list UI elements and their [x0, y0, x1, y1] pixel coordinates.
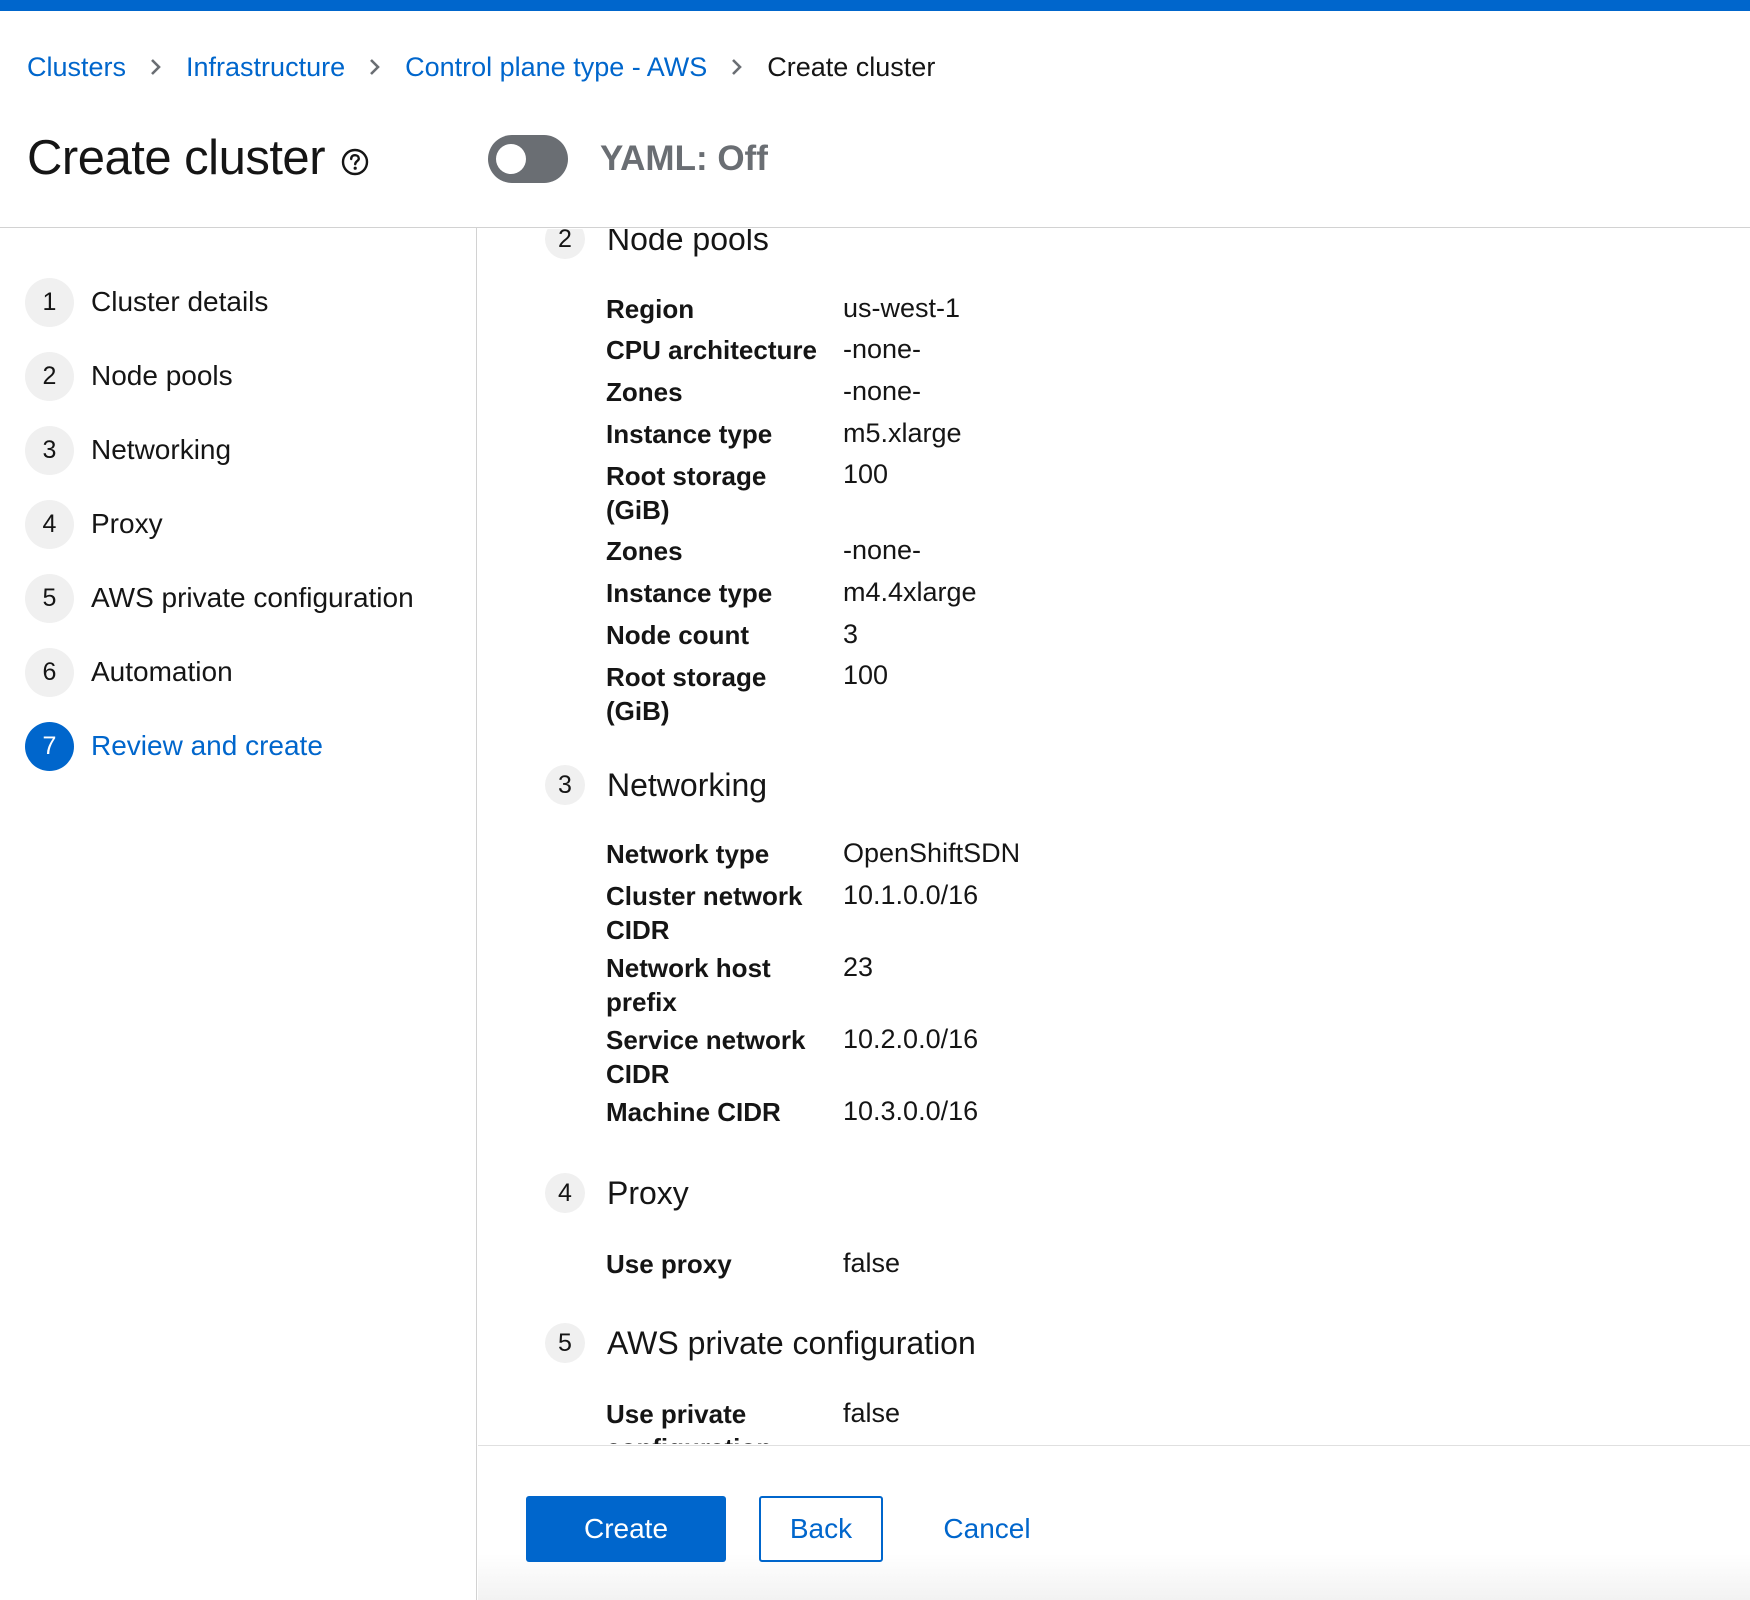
term-cluster-network-cidr: Cluster network CIDR — [606, 881, 803, 945]
page-title: Create cluster — [27, 131, 326, 185]
section-aws-private-heading: 5 AWS private configuration — [545, 1323, 976, 1363]
step-label: Review and create — [91, 730, 323, 761]
step-label: Networking — [91, 434, 232, 465]
top-accent-bar — [0, 0, 1750, 11]
term-node-count: Node count — [606, 620, 749, 650]
value-service-network-cidr: 10.2.0.0/16 — [843, 1024, 979, 1054]
section-title: Networking — [607, 766, 768, 803]
create-button[interactable]: Create — [526, 1496, 726, 1562]
value-node-count: 3 — [843, 619, 859, 649]
yaml-toggle-switch[interactable] — [488, 135, 568, 183]
section-number: 4 — [545, 1173, 585, 1213]
value-instance-type: m5.xlarge — [843, 418, 962, 448]
breadcrumb-infrastructure-link[interactable]: Infrastructure — [186, 52, 345, 83]
value-instance-type: m4.4xlarge — [843, 577, 977, 607]
step-label: Proxy — [91, 508, 163, 539]
review-content[interactable]: 2 Node pools Region us-west-1 CPU archit… — [478, 229, 1750, 1444]
term-network-host-prefix: Network host prefix — [606, 953, 771, 1017]
breadcrumb-control-plane-link[interactable]: Control plane type - AWS — [405, 52, 707, 83]
section-title: AWS private configuration — [607, 1324, 976, 1361]
step-number: 5 — [25, 573, 74, 623]
value-region: us-west-1 — [843, 293, 961, 323]
term-cpu-architecture: CPU architecture — [606, 335, 817, 365]
page-header: Clusters Infrastructure Control plane ty… — [0, 11, 1750, 228]
step-number: 1 — [25, 277, 74, 327]
term-network-type: Network type — [606, 839, 770, 869]
term-use-proxy: Use proxy — [606, 1249, 732, 1279]
value-network-type: OpenShiftSDN — [843, 838, 1021, 868]
step-label: Node pools — [91, 360, 233, 391]
value-root-storage: 100 — [843, 459, 889, 489]
wizard-step-networking[interactable]: 3 Networking — [25, 425, 231, 475]
section-number: 2 — [545, 229, 585, 259]
term-root-storage: Root storage (GiB) — [606, 662, 767, 726]
wizard-step-aws-private-configuration[interactable]: 5 AWS private configuration — [25, 573, 414, 623]
section-proxy-heading: 4 Proxy — [545, 1173, 689, 1213]
breadcrumb: Clusters Infrastructure Control plane ty… — [27, 49, 935, 85]
step-label: Cluster details — [91, 286, 269, 317]
value-root-storage: 100 — [843, 660, 889, 690]
step-label: Automation — [91, 656, 233, 687]
yaml-toggle-label: YAML: Off — [600, 139, 768, 178]
section-node-pools-heading: 2 Node pools — [545, 229, 769, 259]
chevron-right-icon — [150, 58, 162, 76]
title-row: Create cluster — [27, 123, 369, 193]
section-number: 3 — [545, 765, 585, 805]
breadcrumb-clusters-link[interactable]: Clusters — [27, 52, 126, 83]
chevron-right-icon — [369, 58, 381, 76]
cancel-button[interactable]: Cancel — [927, 1496, 1047, 1562]
toggle-knob — [496, 144, 526, 174]
breadcrumb-current: Create cluster — [767, 51, 936, 82]
step-number: 6 — [25, 647, 74, 697]
value-machine-cidr: 10.3.0.0/16 — [843, 1096, 979, 1126]
term-instance-type: Instance type — [606, 419, 773, 449]
value-use-proxy: false — [843, 1248, 901, 1278]
term-use-private-configuration: Use private configuration — [606, 1399, 772, 1444]
value-use-private-configuration: false — [843, 1398, 901, 1428]
term-region: Region — [606, 294, 695, 324]
wizard-step-automation[interactable]: 6 Automation — [25, 647, 233, 697]
step-number: 7 — [25, 721, 74, 771]
term-service-network-cidr: Service network CIDR — [606, 1025, 806, 1089]
step-number: 4 — [25, 499, 74, 549]
back-button[interactable]: Back — [759, 1496, 883, 1562]
value-network-host-prefix: 23 — [843, 952, 874, 982]
wizard-step-proxy[interactable]: 4 Proxy — [25, 499, 163, 549]
wizard-step-cluster-details[interactable]: 1 Cluster details — [25, 277, 268, 327]
term-instance-type: Instance type — [606, 578, 773, 608]
section-title: Node pools — [607, 229, 769, 257]
wizard-nav: 1 Cluster details 2 Node pools 3 Network… — [0, 228, 477, 1600]
term-root-storage: Root storage (GiB) — [606, 461, 767, 525]
section-networking-heading: 3 Networking — [545, 765, 767, 805]
wizard-step-node-pools[interactable]: 2 Node pools — [25, 351, 233, 401]
value-cpu-architecture: -none- — [843, 334, 922, 364]
step-number: 3 — [25, 425, 74, 475]
term-zones: Zones — [606, 536, 683, 566]
section-title: Proxy — [607, 1174, 689, 1211]
chevron-right-icon — [731, 58, 743, 76]
wizard-footer: Create Back Cancel — [478, 1445, 1750, 1600]
value-cluster-network-cidr: 10.1.0.0/16 — [843, 880, 979, 910]
value-zones: -none- — [843, 376, 922, 406]
step-number: 2 — [25, 351, 74, 401]
step-label: AWS private configuration — [91, 582, 414, 613]
section-number: 5 — [545, 1323, 585, 1363]
question-circle-icon[interactable] — [341, 148, 369, 176]
term-machine-cidr: Machine CIDR — [606, 1097, 781, 1127]
term-zones: Zones — [606, 377, 683, 407]
wizard-step-review-and-create[interactable]: 7 Review and create — [25, 721, 323, 771]
value-zones: -none- — [843, 535, 922, 565]
